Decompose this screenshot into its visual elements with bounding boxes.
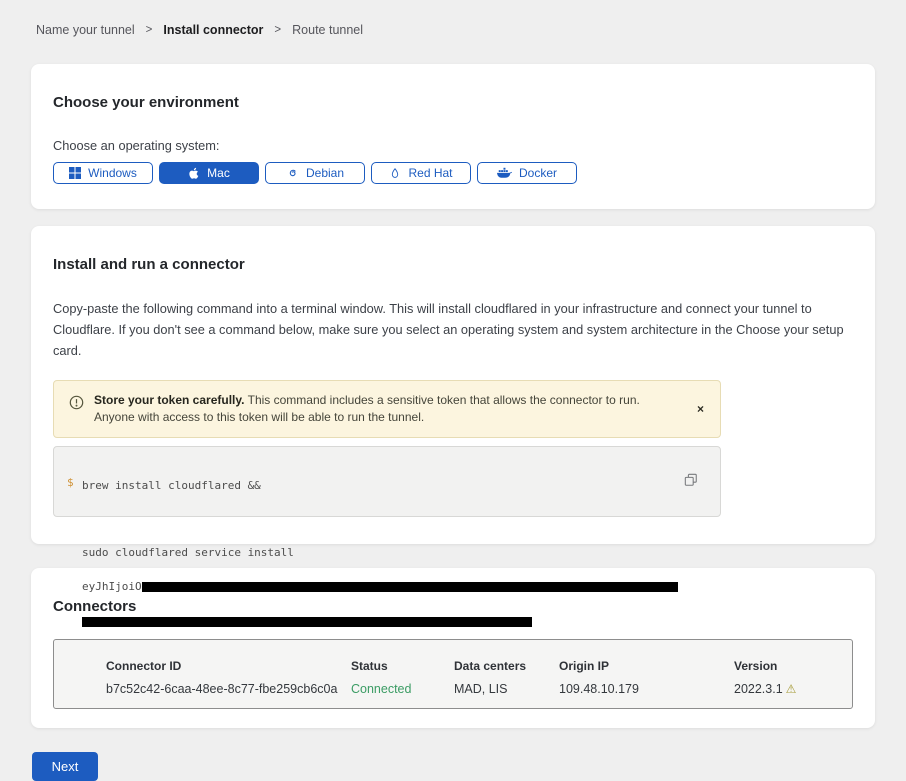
redacted-token-bar [142,582,678,592]
warning-triangle-icon: ⚠ [786,682,797,696]
command-line-3: eyJhIjoiO [82,581,678,593]
command-line-2: sudo cloudflared service install [82,547,678,559]
redhat-icon [389,167,401,180]
os-button-docker[interactable]: Docker [477,162,577,184]
token-warning-title: Store your token carefully. [94,393,245,407]
version-value: 2022.3.1⚠ [734,682,852,696]
choose-environment-card: Choose your environment Choose an operat… [31,64,875,209]
origin-ip-value: 109.48.10.179 [559,682,734,696]
breadcrumb-step-name-your-tunnel[interactable]: Name your tunnel [36,23,135,37]
docker-icon [497,167,512,179]
terminal-command-text: brew install cloudflared && sudo cloudfl… [82,457,678,650]
breadcrumb-separator: > [146,24,153,36]
next-button[interactable]: Next [32,752,98,781]
os-button-debian[interactable]: Debian [265,162,365,184]
os-button-label: Debian [306,166,344,180]
connector-table-row: b7c52c42-6caa-48ee-8c77-fbe259cb6c0a Con… [106,682,852,696]
install-card-title: Install and run a connector [53,256,853,273]
header-status: Status [351,659,454,673]
connectors-table: Connector ID Status Data centers Origin … [53,639,853,709]
copy-icon[interactable] [684,473,698,490]
install-card-description: Copy-paste the following command into a … [53,298,848,361]
os-button-row: Windows Mac Debian [53,162,853,184]
data-centers-value: MAD, LIS [454,682,559,696]
header-origin-ip: Origin IP [559,659,734,673]
header-data-centers: Data centers [454,659,559,673]
alert-circle-icon [69,395,84,415]
command-line-1: brew install cloudflared && [82,480,678,492]
status-badge: Connected [351,682,454,696]
redacted-token-bar [82,617,532,627]
breadcrumb-step-route-tunnel[interactable]: Route tunnel [292,23,363,37]
environment-card-title: Choose your environment [53,94,853,111]
close-icon[interactable]: × [695,401,706,418]
debian-icon [286,167,299,180]
os-button-redhat[interactable]: Red Hat [371,162,471,184]
version-number: 2022.3.1 [734,682,783,696]
os-select-label: Choose an operating system: [53,138,853,153]
breadcrumb-separator: > [274,24,281,36]
token-prefix: eyJhIjoiO [82,580,142,593]
connector-id-value: b7c52c42-6caa-48ee-8c77-fbe259cb6c0a [106,682,351,696]
terminal-prompt: $ [67,476,74,489]
token-warning-text: Store your token carefully. This command… [94,392,659,426]
os-button-mac[interactable]: Mac [159,162,259,184]
connectors-table-header-row: Connector ID Status Data centers Origin … [106,659,852,673]
breadcrumb: Name your tunnel > Install connector > R… [0,0,906,37]
header-connector-id: Connector ID [106,659,351,673]
os-button-label: Windows [88,166,137,180]
install-connector-card: Install and run a connector Copy-paste t… [31,226,875,544]
terminal-command-block: $ brew install cloudflared && sudo cloud… [53,446,721,517]
header-version: Version [734,659,852,673]
os-button-label: Red Hat [408,166,452,180]
token-warning-banner: Store your token carefully. This command… [53,380,721,438]
command-line-gap [82,515,678,524]
windows-icon [69,167,81,179]
os-button-label: Mac [207,166,230,180]
breadcrumb-step-install-connector[interactable]: Install connector [163,23,263,37]
apple-icon [188,167,200,180]
os-button-windows[interactable]: Windows [53,162,153,184]
os-button-label: Docker [519,166,557,180]
